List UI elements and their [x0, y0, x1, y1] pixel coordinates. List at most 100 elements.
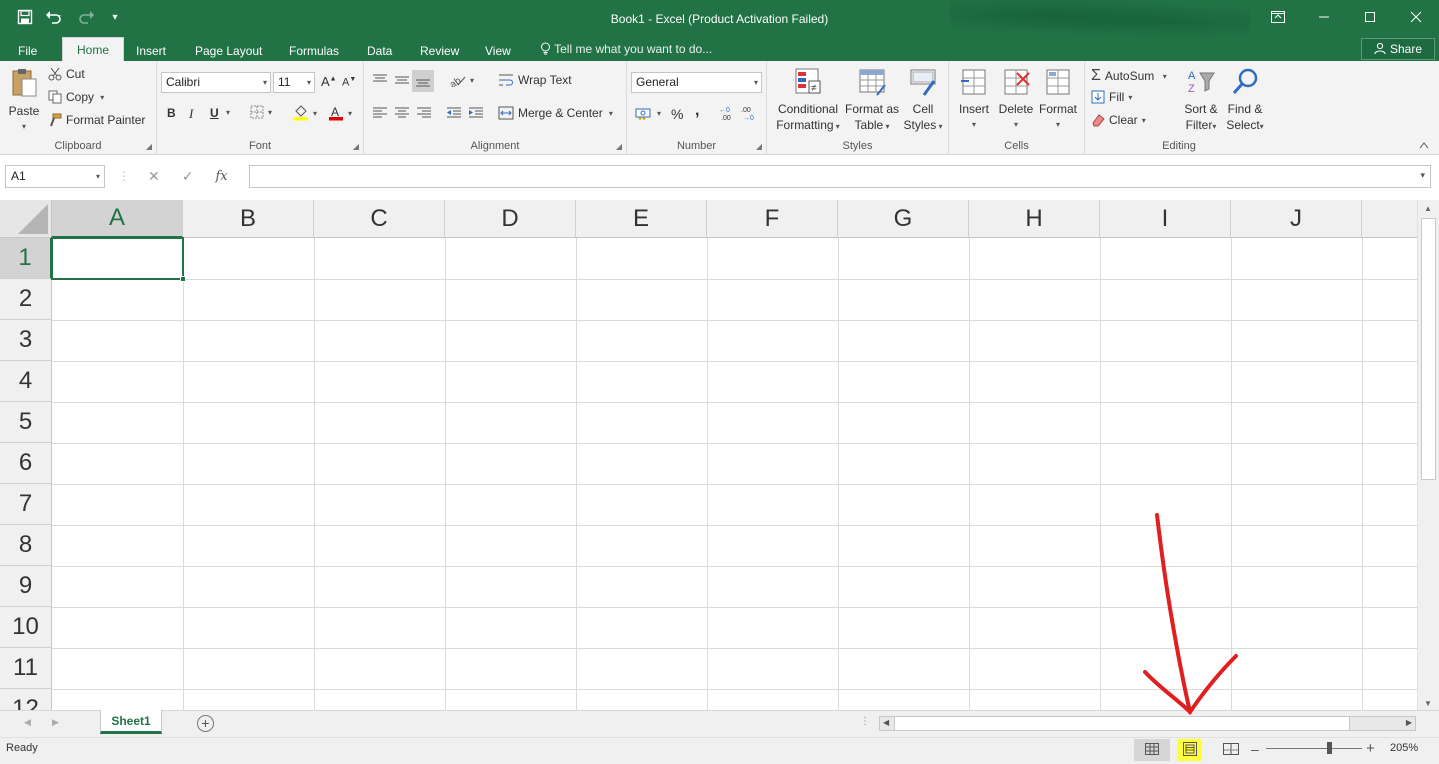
- horizontal-scrollbar[interactable]: ◀ ▶: [879, 716, 1416, 731]
- tab-formulas[interactable]: Formulas: [289, 41, 339, 61]
- row-header-11[interactable]: 11: [0, 648, 52, 689]
- font-color-button[interactable]: A ▾: [328, 105, 352, 121]
- bottom-align-button[interactable]: [412, 70, 434, 92]
- close-icon[interactable]: [1393, 0, 1439, 34]
- collapse-ribbon-icon[interactable]: [1419, 140, 1429, 152]
- normal-view-button[interactable]: [1134, 739, 1170, 761]
- align-right-button[interactable]: [416, 106, 432, 118]
- prev-sheet-icon[interactable]: ◀: [24, 717, 31, 728]
- column-header-i[interactable]: I: [1100, 200, 1231, 238]
- vertical-scroll-thumb[interactable]: [1421, 218, 1436, 480]
- tab-splitter[interactable]: ⋮: [860, 716, 870, 727]
- comma-button[interactable]: ,: [695, 102, 699, 120]
- underline-button[interactable]: U: [210, 106, 219, 120]
- next-sheet-icon[interactable]: ▶: [52, 717, 59, 728]
- column-header-k[interactable]: [1362, 200, 1417, 238]
- zoom-level[interactable]: 205%: [1390, 742, 1418, 754]
- decrease-decimal-button[interactable]: .00 →0: [741, 105, 759, 121]
- format-as-table-button[interactable]: Format as Table ▾: [845, 67, 899, 135]
- autosum-button[interactable]: Σ AutoSum ▾: [1091, 67, 1167, 85]
- format-cells-button[interactable]: Format ▾: [1037, 67, 1079, 133]
- fill-handle[interactable]: [180, 276, 186, 282]
- horizontal-scroll-thumb[interactable]: [894, 717, 1350, 730]
- insert-cells-button[interactable]: Insert ▾: [955, 67, 993, 133]
- align-left-button[interactable]: [372, 106, 388, 118]
- row-header-5[interactable]: 5: [0, 402, 52, 443]
- column-header-c[interactable]: C: [314, 200, 445, 238]
- vertical-scrollbar[interactable]: ▲ ▼: [1417, 200, 1439, 710]
- formula-bar-splitter[interactable]: ⋮: [118, 169, 130, 183]
- column-header-f[interactable]: F: [707, 200, 838, 238]
- decrease-font-button[interactable]: A▼: [342, 76, 356, 89]
- page-break-preview-button[interactable]: [1213, 739, 1249, 761]
- expand-formula-bar-icon[interactable]: ▾: [1420, 170, 1425, 181]
- copy-button[interactable]: Copy ▾: [48, 90, 104, 104]
- formula-input[interactable]: ▾: [249, 165, 1431, 188]
- conditional-formatting-button[interactable]: ≠ Conditional Formatting ▾: [771, 67, 845, 135]
- tell-me-box[interactable]: Tell me what you want to do...: [540, 41, 712, 57]
- column-header-d[interactable]: D: [445, 200, 576, 238]
- column-header-e[interactable]: E: [576, 200, 707, 238]
- row-header-10[interactable]: 10: [0, 607, 52, 648]
- decrease-indent-button[interactable]: [446, 106, 462, 118]
- zoom-slider-thumb[interactable]: [1327, 742, 1332, 754]
- number-format-select[interactable]: General ▾: [631, 72, 762, 93]
- top-align-button[interactable]: [372, 73, 388, 87]
- row-header-9[interactable]: 9: [0, 566, 52, 607]
- increase-font-button[interactable]: A▲: [321, 74, 337, 89]
- cell-styles-button[interactable]: Cell Styles ▾: [901, 67, 945, 135]
- tab-view[interactable]: View: [485, 41, 511, 61]
- maximize-icon[interactable]: [1347, 0, 1393, 34]
- italic-button[interactable]: I: [189, 106, 193, 122]
- tab-data[interactable]: Data: [367, 41, 392, 61]
- dialog-launcher-icon[interactable]: ◢: [616, 142, 622, 151]
- clear-button[interactable]: Clear ▾: [1091, 113, 1146, 127]
- delete-cells-button[interactable]: Delete ▾: [995, 67, 1037, 133]
- insert-function-icon[interactable]: fx: [215, 169, 227, 184]
- add-sheet-icon[interactable]: +: [197, 715, 214, 732]
- zoom-in-icon[interactable]: +: [1366, 740, 1375, 757]
- fill-button[interactable]: Fill ▾: [1091, 90, 1132, 104]
- wrap-text-button[interactable]: Wrap Text: [498, 73, 572, 87]
- align-center-button[interactable]: [394, 106, 410, 118]
- font-name-select[interactable]: Calibri ▾: [161, 72, 271, 93]
- accounting-format-button[interactable]: ▾: [635, 106, 661, 120]
- scroll-up-icon[interactable]: ▲: [1424, 204, 1432, 213]
- share-button[interactable]: Share: [1361, 38, 1435, 60]
- dialog-launcher-icon[interactable]: ◢: [146, 142, 152, 151]
- percent-button[interactable]: %: [671, 106, 683, 122]
- increase-decimal-button[interactable]: ←0.00: [719, 105, 737, 121]
- scroll-down-icon[interactable]: ▼: [1424, 699, 1432, 708]
- scroll-right-icon[interactable]: ▶: [1406, 718, 1412, 727]
- zoom-slider[interactable]: [1266, 748, 1362, 749]
- row-header-7[interactable]: 7: [0, 484, 52, 525]
- scroll-left-icon[interactable]: ◀: [883, 718, 889, 727]
- zoom-out-icon[interactable]: –: [1251, 741, 1259, 757]
- tab-page-layout[interactable]: Page Layout: [195, 41, 262, 61]
- sort-filter-button[interactable]: AZ Sort & Filter▾: [1181, 67, 1221, 135]
- name-box[interactable]: A1 ▾: [5, 165, 105, 188]
- column-header-b[interactable]: B: [183, 200, 314, 238]
- find-select-button[interactable]: Find & Select▾: [1223, 67, 1267, 135]
- page-layout-view-button[interactable]: [1177, 739, 1202, 761]
- dialog-launcher-icon[interactable]: ◢: [353, 142, 359, 151]
- tab-file[interactable]: File: [18, 41, 37, 61]
- ribbon-display-icon[interactable]: [1255, 0, 1301, 34]
- increase-indent-button[interactable]: [468, 106, 484, 118]
- paste-button[interactable]: Paste ▾: [6, 67, 42, 135]
- row-header-8[interactable]: 8: [0, 525, 52, 566]
- row-header-2[interactable]: 2: [0, 279, 52, 320]
- active-cell-a1[interactable]: [51, 237, 184, 280]
- tab-insert[interactable]: Insert: [136, 41, 166, 61]
- row-header-1[interactable]: 1: [0, 238, 52, 279]
- row-header-12[interactable]: 12: [0, 689, 52, 710]
- tab-home[interactable]: Home: [62, 37, 125, 61]
- worksheet-grid[interactable]: ABCDEFGHIJ 1 2 3 4 5 6 7 8 9 10 11 12: [0, 200, 1417, 710]
- dialog-launcher-icon[interactable]: ◢: [756, 142, 762, 151]
- row-header-3[interactable]: 3: [0, 320, 52, 361]
- cut-button[interactable]: Cut: [48, 67, 85, 81]
- select-all-button[interactable]: [0, 200, 52, 238]
- column-header-a[interactable]: A: [52, 200, 183, 238]
- tab-review[interactable]: Review: [420, 41, 459, 61]
- column-header-g[interactable]: G: [838, 200, 969, 238]
